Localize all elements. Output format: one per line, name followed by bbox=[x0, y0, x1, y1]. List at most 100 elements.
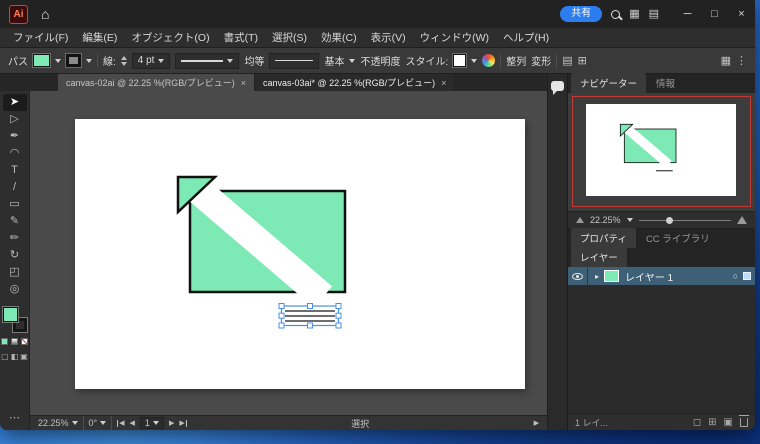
pencil-tool[interactable]: ✏ bbox=[3, 230, 27, 247]
stroke-color-swatch[interactable] bbox=[66, 54, 81, 67]
none-button[interactable] bbox=[21, 338, 28, 345]
navigator-zoom-slider[interactable] bbox=[639, 220, 731, 221]
layer-target-icon[interactable]: ○ bbox=[733, 271, 738, 281]
tab-properties[interactable]: プロパティ bbox=[571, 228, 636, 248]
menu-effect[interactable]: 効果(C) bbox=[314, 30, 364, 45]
share-button[interactable]: 共有 bbox=[560, 6, 602, 22]
layer-name[interactable]: レイヤー 1 bbox=[625, 269, 673, 284]
layer-row[interactable]: ▸ レイヤー 1 ○ bbox=[568, 267, 755, 285]
selection-handle[interactable] bbox=[308, 304, 313, 309]
tab-info[interactable]: 情報 bbox=[647, 73, 684, 93]
document-tab-canvas-03[interactable]: canvas-03ai* @ 22.25 %(RGB/プレビュー) × bbox=[255, 74, 455, 91]
canvas-viewport[interactable] bbox=[30, 91, 547, 415]
layer-selection-chip[interactable] bbox=[743, 272, 751, 280]
align-objects-icon[interactable]: ▤ bbox=[562, 54, 572, 67]
align-label[interactable]: 整列 bbox=[506, 53, 526, 68]
zoom-control[interactable]: 22.25% bbox=[38, 418, 78, 428]
selection-handle[interactable] bbox=[336, 313, 341, 318]
new-layer-icon[interactable]: ▣ bbox=[724, 417, 733, 428]
navigator-preview[interactable] bbox=[568, 93, 755, 211]
first-artboard-button[interactable]: ◀ bbox=[117, 420, 124, 427]
selected-lines-object[interactable] bbox=[285, 311, 335, 321]
brush-caret-icon[interactable] bbox=[349, 59, 355, 63]
document-tab-canvas-02[interactable]: canvas-02ai @ 22.25 %(RGB/プレビュー) × bbox=[58, 74, 255, 91]
type-tool[interactable]: T bbox=[3, 162, 27, 179]
maximize-button[interactable]: □ bbox=[701, 0, 728, 28]
search-icon[interactable] bbox=[611, 10, 620, 19]
line-segment-tool[interactable]: / bbox=[3, 179, 27, 196]
status-flyout-icon[interactable]: ▶ bbox=[534, 419, 539, 427]
selection-handle[interactable] bbox=[336, 304, 341, 309]
draw-behind-icon[interactable]: ◧ bbox=[11, 352, 19, 361]
selection-tool[interactable]: ➤ bbox=[3, 94, 27, 111]
minimize-button[interactable]: ─ bbox=[674, 0, 701, 28]
direct-selection-tool[interactable]: ▷ bbox=[3, 111, 27, 128]
selection-handle[interactable] bbox=[336, 323, 341, 328]
draw-normal-icon[interactable]: ▢ bbox=[1, 352, 9, 361]
previous-artboard-button[interactable]: ◀ bbox=[130, 420, 135, 427]
delete-layer-icon[interactable] bbox=[740, 418, 748, 427]
tab-close-icon[interactable]: × bbox=[441, 78, 446, 88]
edit-toolbar-icon[interactable]: ⋯ bbox=[9, 411, 20, 424]
stroke-weight-caret-icon[interactable] bbox=[158, 59, 164, 63]
close-button[interactable]: × bbox=[728, 0, 755, 28]
create-sublayer-icon[interactable]: ⊞ bbox=[708, 417, 716, 428]
transform-label[interactable]: 変形 bbox=[531, 53, 551, 68]
width-profile-caret-icon[interactable] bbox=[227, 59, 233, 63]
arrange-documents-icon[interactable]: ▦ bbox=[721, 54, 731, 67]
menu-type[interactable]: 書式(T) bbox=[217, 30, 265, 45]
fill-color-swatch[interactable] bbox=[33, 54, 50, 67]
curvature-tool[interactable]: ◠ bbox=[3, 145, 27, 162]
tab-cc-libraries[interactable]: CC ライブラリ bbox=[637, 228, 719, 248]
selection-handle[interactable] bbox=[279, 313, 284, 318]
fill-caret-icon[interactable] bbox=[55, 59, 61, 63]
fill-indicator-swatch[interactable] bbox=[3, 307, 18, 322]
home-icon[interactable]: ⌂ bbox=[41, 7, 49, 21]
style-caret-icon[interactable] bbox=[471, 59, 477, 63]
navigator-zoom-value[interactable]: 22.25% bbox=[590, 215, 621, 225]
rectangle-tool[interactable]: ▭ bbox=[3, 196, 27, 213]
artboard-number-field[interactable]: 1 bbox=[140, 417, 164, 429]
next-artboard-button[interactable]: ▶ bbox=[169, 420, 174, 427]
navigator-view-box[interactable] bbox=[572, 96, 751, 207]
menu-select[interactable]: 選択(S) bbox=[265, 30, 314, 45]
menu-help[interactable]: ヘルプ(H) bbox=[496, 30, 556, 45]
last-artboard-button[interactable]: ▶ bbox=[179, 420, 186, 427]
zoom-in-icon[interactable] bbox=[737, 216, 747, 224]
paintbrush-tool[interactable]: ✎ bbox=[3, 213, 27, 230]
menu-window[interactable]: ウィンドウ(W) bbox=[413, 30, 496, 45]
stroke-weight-field[interactable]: 4 pt bbox=[132, 53, 171, 69]
stroke-weight-stepper[interactable] bbox=[121, 56, 127, 66]
tab-navigator[interactable]: ナビゲーター bbox=[571, 73, 646, 93]
opacity-label[interactable]: 不透明度 bbox=[360, 53, 400, 68]
style-swatch[interactable] bbox=[453, 54, 466, 67]
color-button[interactable] bbox=[1, 338, 8, 345]
menu-view[interactable]: 表示(V) bbox=[364, 30, 413, 45]
width-profile-dropdown[interactable] bbox=[175, 53, 239, 69]
zoom-tool[interactable]: ◎ bbox=[3, 281, 27, 298]
recolor-artwork-icon[interactable] bbox=[482, 54, 495, 67]
pen-tool[interactable]: ✒ bbox=[3, 128, 27, 145]
distribute-objects-icon[interactable]: ⊞ bbox=[578, 54, 587, 67]
layer-thumbnail[interactable] bbox=[604, 270, 619, 282]
artboard[interactable] bbox=[75, 119, 525, 389]
panel-menu-icon[interactable]: ⋮ bbox=[736, 54, 747, 67]
make-clipping-mask-icon[interactable]: ◻ bbox=[693, 417, 701, 428]
navigator-zoom-caret-icon[interactable] bbox=[627, 218, 633, 222]
workspace-grid-icon[interactable]: ▦ bbox=[629, 9, 639, 20]
rotation-control[interactable]: 0° bbox=[89, 418, 107, 428]
comment-bubble-icon[interactable] bbox=[551, 81, 564, 91]
menu-object[interactable]: オブジェクト(O) bbox=[124, 30, 216, 45]
menu-edit[interactable]: 編集(E) bbox=[75, 30, 124, 45]
zoom-out-icon[interactable] bbox=[576, 217, 584, 223]
gradient-button[interactable] bbox=[11, 338, 18, 345]
document-stack-icon[interactable]: ▤ bbox=[649, 9, 659, 20]
stroke-caret-icon[interactable] bbox=[86, 59, 92, 63]
draw-inside-icon[interactable]: ▣ bbox=[20, 352, 28, 361]
brush-definition-dropdown[interactable] bbox=[269, 53, 319, 69]
layer-visibility-cell[interactable] bbox=[568, 267, 588, 285]
layer-disclosure-icon[interactable]: ▸ bbox=[595, 272, 599, 281]
selection-handle[interactable] bbox=[279, 323, 284, 328]
tab-layers[interactable]: レイヤー bbox=[571, 247, 627, 267]
selection-handle[interactable] bbox=[308, 323, 313, 328]
